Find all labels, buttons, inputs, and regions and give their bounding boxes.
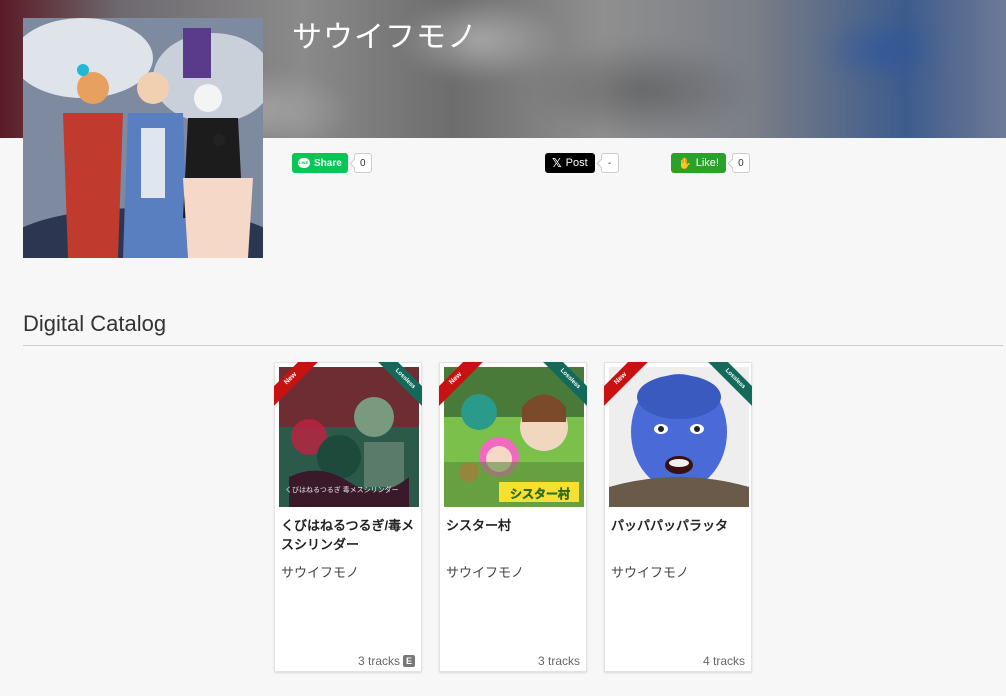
like-group: ✋ Like! 0 <box>671 153 750 173</box>
track-count-label: 3 tracks <box>357 654 400 668</box>
line-share-button[interactable]: Share <box>292 153 348 173</box>
explicit-badge: E <box>403 655 415 667</box>
album-title[interactable]: パッパパッパラッタ <box>611 516 749 535</box>
x-icon: 𝕏 <box>552 156 562 170</box>
lossless-badge-label: Lossless <box>541 362 587 408</box>
new-badge: New <box>274 362 320 408</box>
lossless-badge: Lossless <box>376 362 422 408</box>
lossless-badge-label: Lossless <box>706 362 752 408</box>
x-post-label: Post <box>565 157 588 169</box>
album-card[interactable]: くびはねるつるぎ 毒メスシリンダー New Lossless くびはねるつるぎ/… <box>274 362 422 672</box>
new-badge: New <box>439 362 485 408</box>
lossless-badge: Lossless <box>541 362 587 408</box>
album-card[interactable]: シスター村 New Lossless シスター村 サウイフモノ 3 tracks <box>439 362 587 672</box>
album-artist[interactable]: サウイフモノ <box>281 562 359 581</box>
artist-name: サウイフモノ <box>292 21 478 54</box>
line-icon <box>298 158 310 168</box>
track-count: 3 tracks E <box>358 654 415 668</box>
digital-catalog-heading: Digital Catalog <box>23 311 167 336</box>
like-label: Like! <box>695 157 719 169</box>
track-count: 3 tracks <box>538 654 580 668</box>
x-post-count: - <box>600 153 619 173</box>
x-post-button[interactable]: 𝕏 Post <box>545 153 595 173</box>
track-count: 4 tracks <box>703 654 745 668</box>
lossless-badge: Lossless <box>706 362 752 408</box>
track-count-label: 3 tracks <box>537 654 580 668</box>
like-count: 0 <box>731 153 750 173</box>
album-title[interactable]: シスター村 <box>446 516 584 535</box>
section-divider <box>23 345 1003 346</box>
album-title[interactable]: くびはねるつるぎ/毒メスシリンダー <box>281 516 419 554</box>
new-badge-label: New <box>439 362 485 408</box>
album-artist[interactable]: サウイフモノ <box>446 562 524 581</box>
like-button[interactable]: ✋ Like! <box>671 153 726 173</box>
line-share-group: Share 0 <box>292 153 372 173</box>
like-icon: ✋ <box>678 157 692 170</box>
new-badge: New <box>604 362 650 408</box>
new-badge-label: New <box>604 362 650 408</box>
line-share-count: 0 <box>353 153 372 173</box>
jacket-text: シスター村 <box>510 487 571 502</box>
lossless-badge-label: Lossless <box>376 362 422 408</box>
new-badge-label: New <box>274 362 320 408</box>
album-artist[interactable]: サウイフモノ <box>611 562 689 581</box>
x-post-group: 𝕏 Post - <box>545 153 619 173</box>
album-card[interactable]: New Lossless パッパパッパラッタ サウイフモノ 4 tracks <box>604 362 752 672</box>
jacket-text: くびはねるつるぎ 毒メスシリンダー <box>285 487 399 494</box>
artist-photo <box>23 18 263 258</box>
line-share-label: Share <box>314 157 342 169</box>
track-count-label: 4 tracks <box>702 654 745 668</box>
